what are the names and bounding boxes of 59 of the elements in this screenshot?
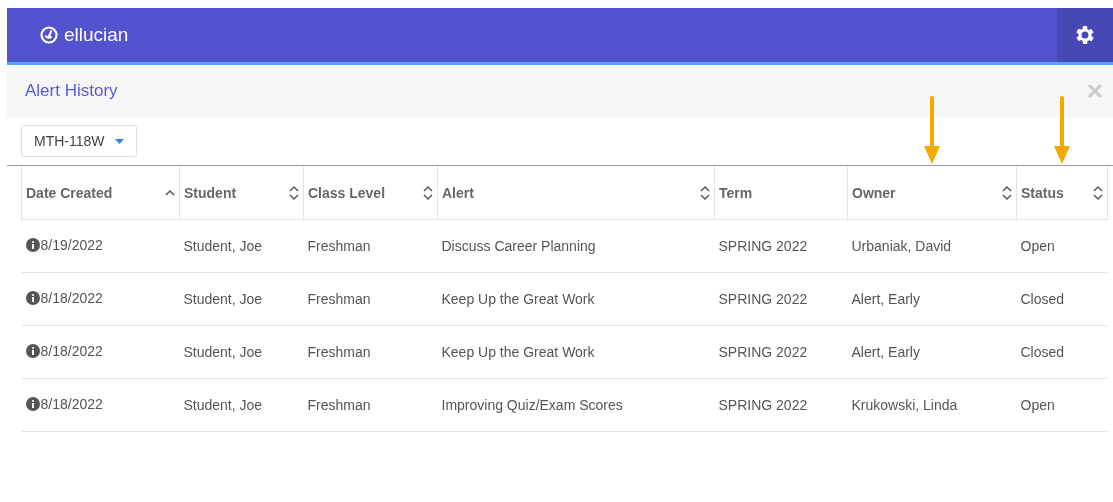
column-label: Term bbox=[719, 184, 753, 201]
column-header[interactable]: Student bbox=[179, 166, 304, 220]
table-cell: Freshman bbox=[307, 344, 371, 360]
table-cell: 8/18/2022 bbox=[40, 343, 103, 359]
column-label: Alert bbox=[442, 184, 474, 201]
sort-ascending-icon[interactable] bbox=[165, 189, 175, 196]
sort-icon[interactable] bbox=[1093, 184, 1103, 201]
info-icon[interactable] bbox=[25, 397, 40, 411]
table-cell: Student, Joe bbox=[183, 397, 263, 413]
table-cell: Keep Up the Great Work bbox=[441, 291, 595, 307]
table-cell: Alert, Early bbox=[851, 344, 920, 360]
sort-icon[interactable] bbox=[1002, 184, 1012, 201]
info-icon[interactable] bbox=[25, 344, 40, 358]
table-cell: 8/18/2022 bbox=[40, 290, 103, 306]
table-cell: Closed bbox=[1020, 291, 1065, 307]
column-label: Student bbox=[184, 184, 237, 201]
annotation-arrow bbox=[1053, 96, 1071, 166]
table-cell: Keep Up the Great Work bbox=[441, 344, 595, 360]
table-cell: SPRING 2022 bbox=[718, 238, 808, 254]
course-dropdown[interactable]: MTH-118W bbox=[21, 125, 137, 157]
table-cell: Freshman bbox=[307, 238, 371, 254]
sort-icon[interactable] bbox=[700, 184, 710, 201]
info-icon[interactable] bbox=[25, 238, 40, 252]
table-cell: SPRING 2022 bbox=[718, 344, 808, 360]
close-icon bbox=[1087, 83, 1103, 99]
table-cell: Freshman bbox=[307, 397, 371, 413]
table-cell: 8/18/2022 bbox=[40, 396, 103, 412]
column-header[interactable]: Term bbox=[714, 166, 848, 220]
table-cell: Freshman bbox=[307, 291, 371, 307]
sort-icon[interactable] bbox=[423, 184, 433, 201]
caret-icon bbox=[114, 138, 124, 144]
column-label: Class Level bbox=[308, 184, 386, 201]
table-cell: Krukowski, Linda bbox=[851, 397, 958, 413]
table-cell: Discuss Career Planning bbox=[441, 238, 596, 254]
logo-icon bbox=[40, 26, 58, 44]
column-header[interactable]: Date Created bbox=[21, 166, 180, 220]
column-header[interactable]: Class Level bbox=[303, 166, 438, 220]
logo-text: ellucian bbox=[64, 24, 129, 46]
table-cell: Student, Joe bbox=[183, 238, 263, 254]
info-icon[interactable] bbox=[25, 291, 40, 305]
settings-button[interactable] bbox=[1057, 8, 1113, 62]
table-cell: Open bbox=[1020, 397, 1055, 413]
panel-title: Alert History bbox=[25, 81, 118, 101]
table-cell: SPRING 2022 bbox=[718, 397, 808, 413]
table-cell: Student, Joe bbox=[183, 291, 263, 307]
column-label: Status bbox=[1021, 184, 1064, 201]
table-cell: 8/19/2022 bbox=[40, 237, 103, 253]
table-cell: Closed bbox=[1020, 344, 1065, 360]
table-cell: Alert, Early bbox=[851, 291, 920, 307]
annotation-arrow bbox=[923, 96, 941, 166]
sort-icon[interactable] bbox=[289, 184, 299, 201]
table-cell: Urbaniak, David bbox=[851, 238, 952, 254]
table-cell: Open bbox=[1020, 238, 1055, 254]
column-label: Date Created bbox=[26, 184, 113, 201]
table-cell: SPRING 2022 bbox=[718, 291, 808, 307]
column-header[interactable]: Alert bbox=[437, 166, 715, 220]
table-cell: Improving Quiz/Exam Scores bbox=[441, 397, 623, 413]
column-label: Owner bbox=[852, 184, 896, 201]
table-cell: Student, Joe bbox=[183, 344, 263, 360]
